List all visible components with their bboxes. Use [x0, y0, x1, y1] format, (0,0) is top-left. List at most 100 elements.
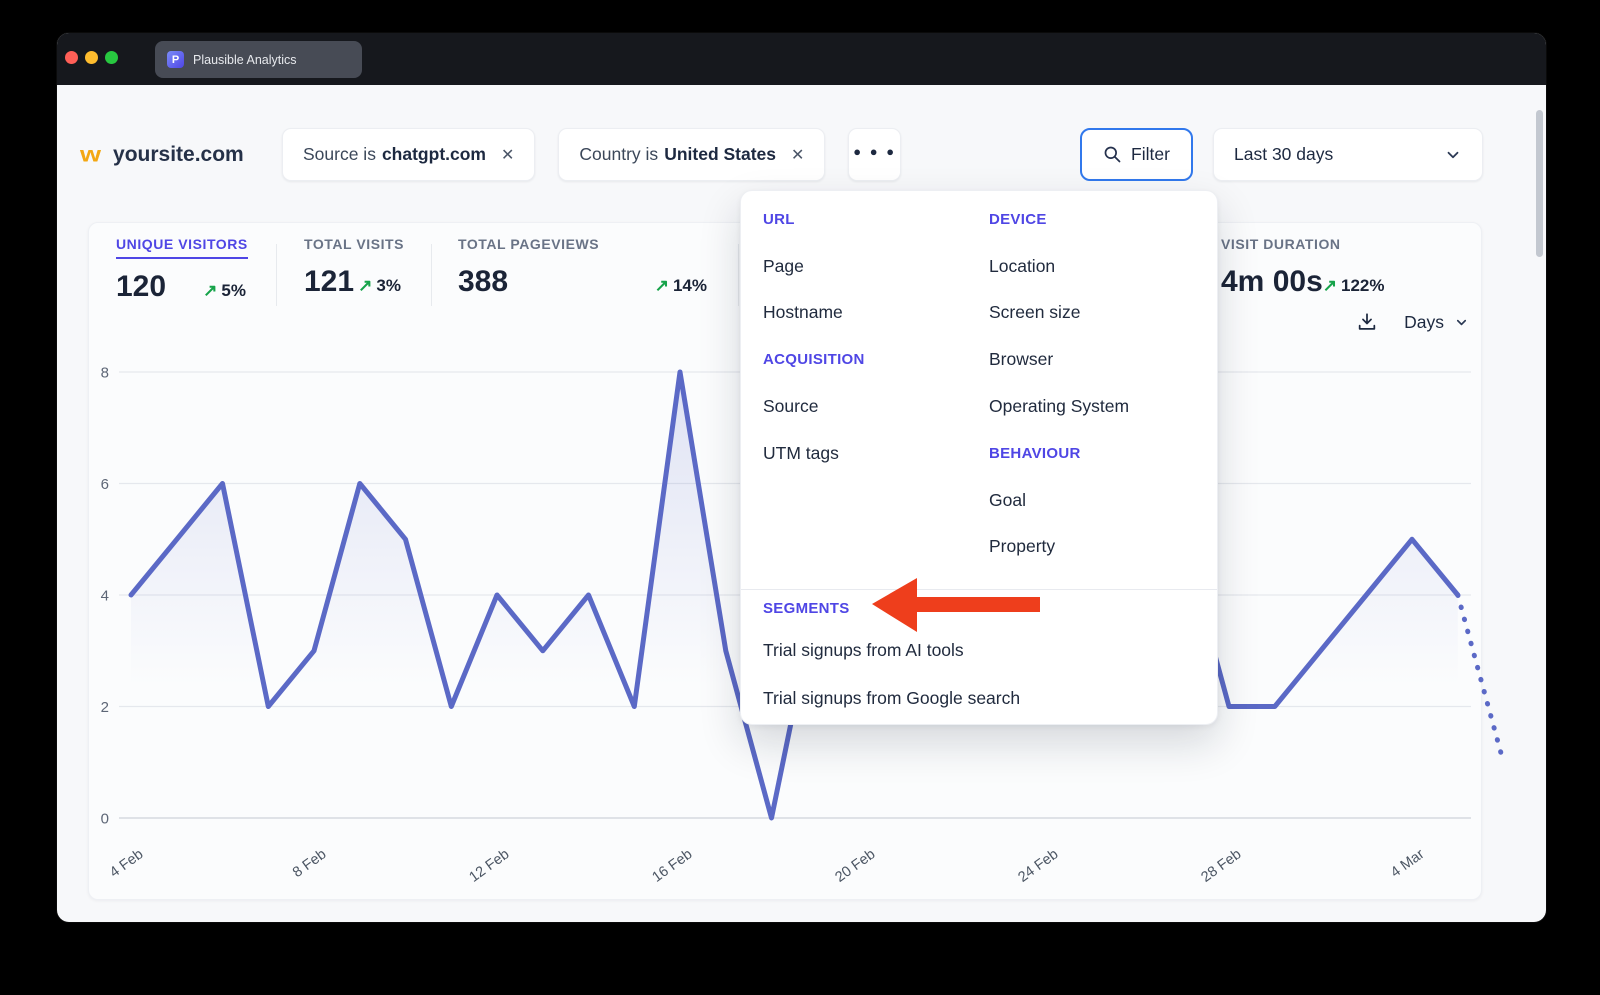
- date-range-label: Last 30 days: [1234, 144, 1333, 165]
- filter-pill-text: Country is: [579, 144, 658, 165]
- stat-change: ↗3%: [358, 276, 401, 296]
- stat-change: ↗5%: [203, 281, 246, 301]
- browser-tab[interactable]: P Plausible Analytics: [155, 41, 362, 78]
- remove-filter-icon[interactable]: ✕: [501, 145, 514, 165]
- stat-label-text: VISIT DURATION: [1221, 236, 1341, 252]
- x-axis-label: 8 Feb: [290, 846, 329, 881]
- stat-divider: [276, 244, 277, 306]
- stat-label: TOTAL VISITS: [304, 236, 401, 254]
- x-axis-label: 20 Feb: [832, 846, 878, 885]
- menu-item-property[interactable]: Property: [989, 524, 1129, 571]
- more-filters-button[interactable]: ● ● ●: [848, 128, 901, 181]
- stat-unique-visitors[interactable]: UNIQUE VISITORS 120 ↗5%: [116, 236, 246, 304]
- remove-filter-icon[interactable]: ✕: [791, 145, 804, 165]
- menu-item-browser[interactable]: Browser: [989, 336, 1129, 383]
- stat-visit-duration[interactable]: VISIT DURATION 4m 00s↗122%: [1221, 236, 1379, 299]
- close-window-button[interactable]: [65, 51, 78, 64]
- stat-value: 4m 00s: [1221, 265, 1323, 299]
- stat-change-percent: 3%: [376, 276, 401, 295]
- interval-select[interactable]: Days: [1404, 312, 1469, 333]
- y-axis-label: 6: [101, 476, 109, 493]
- y-axis-label: 2: [101, 699, 109, 716]
- magnifier-icon: [1103, 145, 1122, 164]
- filter-pill-text: Source is: [303, 144, 376, 165]
- stat-label-text: TOTAL PAGEVIEWS: [458, 236, 599, 252]
- filter-dropdown-menu: URLPageHostnameACQUISITIONSourceUTM tags…: [740, 190, 1218, 725]
- filter-pill-united-states[interactable]: Country is United States ✕: [558, 128, 825, 181]
- x-axis-label: 12 Feb: [466, 846, 512, 885]
- stat-change-percent: 14%: [673, 276, 707, 295]
- stat-value: 388: [458, 265, 508, 299]
- filter-menu-column-1: URLPageHostnameACQUISITIONSourceUTM tags: [763, 196, 865, 477]
- stat-value: 121: [304, 265, 354, 299]
- active-filters: Source is chatgpt.com✕ Country is United …: [282, 128, 901, 181]
- chevron-down-icon: [1454, 315, 1469, 330]
- y-axis-label: 0: [101, 811, 109, 828]
- menu-item-goal[interactable]: Goal: [989, 477, 1129, 524]
- menu-item-source[interactable]: Source: [763, 383, 865, 430]
- stat-label: UNIQUE VISITORS: [116, 236, 246, 259]
- site-switcher[interactable]: w yoursite.com: [80, 128, 244, 181]
- stat-label-text: TOTAL VISITS: [304, 236, 404, 252]
- browser-titlebar: P Plausible Analytics: [57, 33, 1546, 85]
- x-axis-label: 16 Feb: [649, 846, 695, 885]
- menu-section-behaviour: BEHAVIOUR: [989, 430, 1129, 477]
- stat-value-row: 120 ↗5%: [116, 270, 246, 304]
- stat-value: 120: [116, 270, 166, 304]
- filter-button[interactable]: Filter: [1080, 128, 1193, 181]
- plausible-logo-icon: P: [167, 51, 184, 68]
- download-icon[interactable]: [1356, 311, 1378, 333]
- menu-item-hostname[interactable]: Hostname: [763, 290, 865, 337]
- menu-item-utm-tags[interactable]: UTM tags: [763, 430, 865, 477]
- filter-pill-value: United States: [664, 144, 776, 165]
- stat-divider: [738, 244, 739, 306]
- filter-button-label: Filter: [1131, 144, 1170, 165]
- stat-change-percent: 122%: [1341, 276, 1384, 295]
- menu-item-location[interactable]: Location: [989, 243, 1129, 290]
- stat-value-row: 4m 00s↗122%: [1221, 265, 1379, 299]
- stat-label: TOTAL PAGEVIEWS: [458, 236, 707, 254]
- menu-item-page[interactable]: Page: [763, 243, 865, 290]
- stat-value-row: 121↗3%: [304, 265, 401, 299]
- filter-pill-chatgpt-com[interactable]: Source is chatgpt.com✕: [282, 128, 535, 181]
- site-name: yoursite.com: [113, 143, 244, 167]
- segments-section: SEGMENTSTrial signups from AI toolsTrial…: [763, 590, 1201, 722]
- menu-section-url: URL: [763, 196, 865, 243]
- stat-value-row: 388 ↗14%: [458, 265, 707, 299]
- stat-total-visits[interactable]: TOTAL VISITS 121↗3%: [304, 236, 401, 299]
- trend-up-icon: ↗: [203, 281, 217, 300]
- stat-change: ↗122%: [1323, 276, 1385, 296]
- stat-change: ↗14%: [655, 276, 707, 296]
- x-axis-label: 28 Feb: [1198, 846, 1244, 885]
- trend-up-icon: ↗: [358, 276, 372, 295]
- stat-label: VISIT DURATION: [1221, 236, 1379, 254]
- chart-toolbar: Days: [1356, 311, 1469, 333]
- y-axis-label: 8: [101, 365, 109, 382]
- chart-line-incomplete-dashed: [1458, 595, 1504, 762]
- trend-up-icon: ↗: [1323, 276, 1337, 295]
- interval-label: Days: [1404, 312, 1444, 333]
- menu-item-screen-size[interactable]: Screen size: [989, 290, 1129, 337]
- menu-section-acquisition: ACQUISITION: [763, 336, 865, 383]
- stat-total-pageviews[interactable]: TOTAL PAGEVIEWS 388 ↗14%: [458, 236, 707, 299]
- filter-menu-column-2: DEVICELocationScreen sizeBrowserOperatin…: [989, 196, 1129, 570]
- stat-change-percent: 5%: [221, 281, 246, 300]
- x-axis-label: 4 Feb: [107, 846, 146, 881]
- menu-section-segments: SEGMENTS: [763, 590, 1201, 626]
- menu-section-device: DEVICE: [989, 196, 1129, 243]
- scrollbar-thumb[interactable]: [1536, 110, 1543, 257]
- y-axis-label: 4: [101, 588, 109, 605]
- x-axis-label: 24 Feb: [1015, 846, 1061, 885]
- menu-item-trial-signups-from-google-search[interactable]: Trial signups from Google search: [763, 674, 1201, 722]
- minimize-window-button[interactable]: [85, 51, 98, 64]
- browser-window: P Plausible Analytics w yoursite.com Sou…: [57, 33, 1546, 922]
- trend-up-icon: ↗: [655, 276, 669, 295]
- fullscreen-window-button[interactable]: [105, 51, 118, 64]
- site-favicon-icon: w: [80, 144, 101, 166]
- date-range-select[interactable]: Last 30 days: [1213, 128, 1483, 181]
- menu-item-trial-signups-from-ai-tools[interactable]: Trial signups from AI tools: [763, 626, 1201, 674]
- screenshot-root: { "window": { "tab_title": "Plausible An…: [0, 0, 1600, 995]
- menu-item-operating-system[interactable]: Operating System: [989, 383, 1129, 430]
- stat-divider: [431, 244, 432, 306]
- tab-title: Plausible Analytics: [193, 53, 297, 67]
